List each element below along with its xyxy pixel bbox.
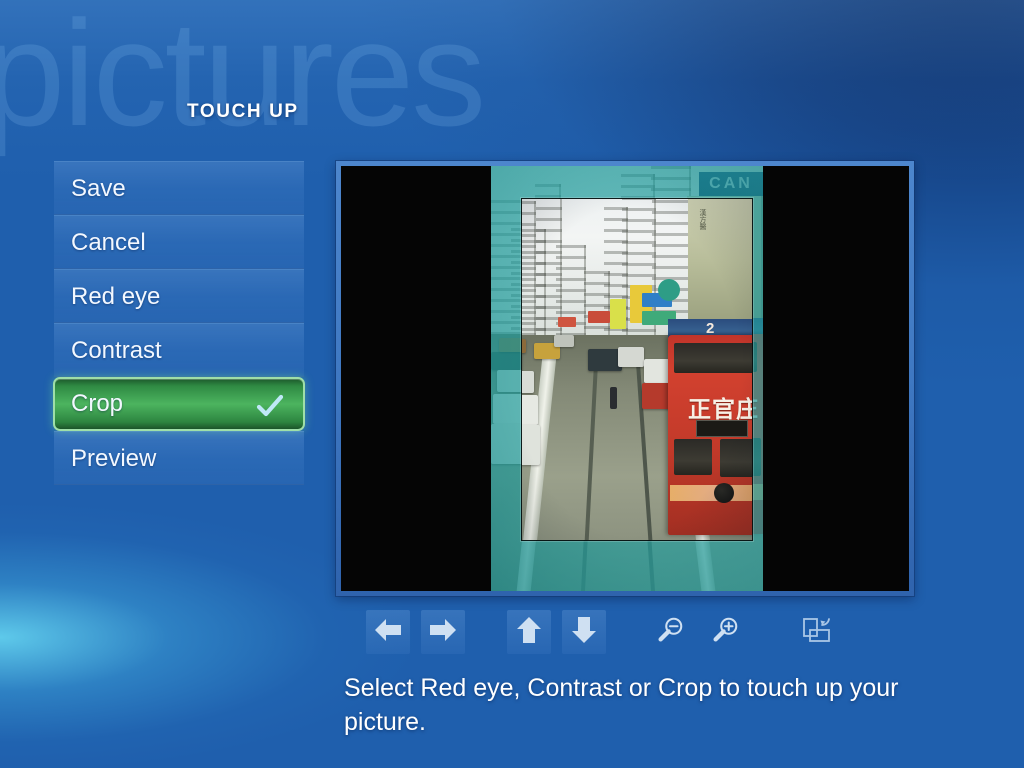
photo-preview-stage[interactable]: CAN 漢方醫 xyxy=(341,166,909,591)
instruction-caption: Select Red eye, Contrast or Crop to touc… xyxy=(344,674,899,736)
page-title: TOUCH UP xyxy=(187,101,299,122)
menu-item-contrast[interactable]: Contrast xyxy=(54,323,304,377)
rotate-icon xyxy=(800,614,834,651)
magnifier-minus-icon xyxy=(655,615,685,650)
touchup-menu: Save Cancel Red eye Contrast Crop Previe… xyxy=(53,161,305,485)
photo-scene-cropped: CAN 漢方醫 xyxy=(522,199,752,540)
menu-item-crop[interactable]: Crop xyxy=(53,377,305,431)
photo-vignette xyxy=(522,199,752,540)
menu-item-cancel[interactable]: Cancel xyxy=(54,215,304,269)
pan-left-button[interactable] xyxy=(366,610,410,654)
menu-item-label: Contrast xyxy=(71,337,162,364)
pan-right-button[interactable] xyxy=(421,610,465,654)
media-center-touchup-screen: pictures TOUCH UP Save Cancel Red eye Co… xyxy=(0,0,1024,768)
pan-down-button[interactable] xyxy=(562,610,606,654)
menu-item-red-eye[interactable]: Red eye xyxy=(54,269,304,323)
pan-up-button[interactable] xyxy=(507,610,551,654)
arrow-down-icon xyxy=(568,614,600,651)
menu-item-preview[interactable]: Preview xyxy=(54,431,304,485)
menu-item-label: Save xyxy=(71,175,126,202)
zoom-out-button[interactable] xyxy=(648,610,692,654)
menu-item-save[interactable]: Save xyxy=(54,161,304,215)
arrow-up-icon xyxy=(513,614,545,651)
check-icon xyxy=(255,389,285,419)
menu-item-label: Red eye xyxy=(71,283,161,310)
app-watermark: pictures xyxy=(0,0,486,157)
menu-item-label: Cancel xyxy=(71,229,146,256)
arrow-left-icon xyxy=(372,614,404,651)
menu-item-label: Preview xyxy=(71,445,157,472)
zoom-in-button[interactable] xyxy=(703,610,747,654)
crop-selection-box[interactable]: CAN 漢方醫 xyxy=(521,198,753,541)
photo-preview-frame: CAN 漢方醫 xyxy=(336,161,914,596)
menu-item-label: Crop xyxy=(71,390,124,417)
rotate-button[interactable] xyxy=(795,610,839,654)
photo-toolbar xyxy=(366,610,839,654)
arrow-right-icon xyxy=(427,614,459,651)
magnifier-plus-icon xyxy=(710,615,740,650)
